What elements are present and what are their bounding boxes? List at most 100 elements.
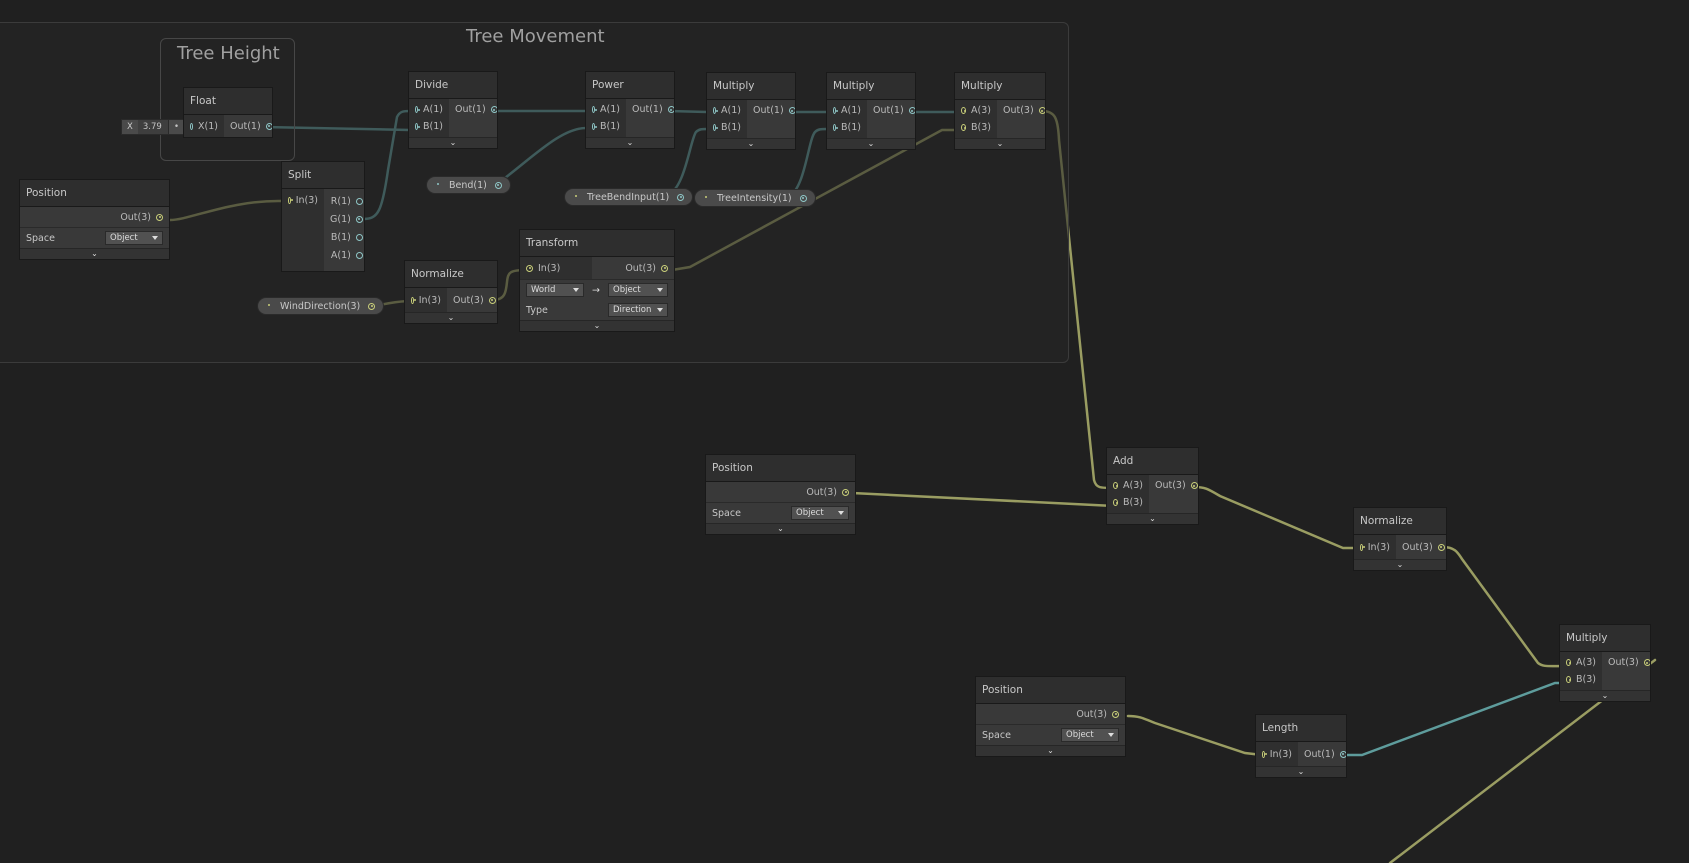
collapse-chevron-icon[interactable]: ⌄ [405, 312, 497, 323]
port-dot-icon [494, 181, 502, 189]
port-out[interactable]: Out(3) [1602, 654, 1650, 671]
port-in[interactable]: In(3) [405, 288, 447, 312]
port-out[interactable]: Out(3) [592, 257, 674, 279]
space-dropdown[interactable]: Object [1061, 728, 1119, 742]
port-r[interactable]: R(1) [324, 192, 364, 210]
collapse-chevron-icon[interactable]: ⌄ [20, 248, 169, 259]
node-multiply-2[interactable]: Multiply A(1) B(1) Out(1) ⌄ [826, 72, 916, 150]
port-dot-icon [677, 193, 685, 201]
port-b[interactable]: B(1) [324, 228, 364, 246]
port-out[interactable]: Out(1) [747, 102, 795, 119]
collapse-chevron-icon[interactable]: ⌄ [706, 523, 855, 534]
port-dot-icon [1112, 710, 1119, 718]
node-title: Multiply [827, 73, 915, 100]
float-inline-input[interactable]: X 3.79 • [121, 119, 185, 135]
port-in[interactable]: In(3) [282, 189, 324, 211]
node-position-2[interactable]: Position Out(3) Space Object ⌄ [705, 454, 856, 535]
port-out[interactable]: Out(1) [867, 102, 915, 119]
port-b[interactable]: B(3) [1107, 494, 1149, 511]
port-b[interactable]: B(1) [707, 119, 747, 136]
port-out[interactable]: Out(3) [20, 207, 169, 227]
node-normalize-2[interactable]: Normalize In(3) Out(3) ⌄ [1353, 507, 1447, 571]
from-space-dropdown[interactable]: World [526, 283, 584, 297]
port-a[interactable]: A(1) [586, 101, 626, 118]
node-multiply-3[interactable]: Multiply A(3) B(3) Out(3) ⌄ [954, 72, 1046, 150]
property-tree-intensity[interactable]: TreeIntensity(1) [694, 189, 816, 207]
space-label: Space [982, 729, 1011, 741]
port-a[interactable]: A(1) [827, 102, 867, 119]
port-out[interactable]: Out(1) [449, 101, 497, 118]
type-dropdown[interactable]: Direction [608, 303, 668, 317]
port-dot-icon [713, 107, 718, 114]
node-power[interactable]: Power A(1) B(1) Out(1) ⌄ [585, 71, 675, 149]
node-transform[interactable]: Transform In(3) Out(3) World → Object Ty… [519, 229, 675, 332]
node-multiply-1[interactable]: Multiply A(1) B(1) Out(1) ⌄ [706, 72, 796, 150]
port-out[interactable]: Out(3) [447, 288, 497, 312]
port-a[interactable]: A(3) [955, 102, 997, 119]
port-out[interactable]: Out(3) [706, 482, 855, 502]
collapse-chevron-icon[interactable]: ⌄ [707, 138, 795, 149]
port-b[interactable]: B(3) [955, 119, 997, 136]
property-label: WindDirection(3) [280, 300, 361, 312]
port-b[interactable]: B(1) [409, 118, 449, 135]
property-dot-icon [435, 182, 442, 189]
port-b[interactable]: B(1) [827, 119, 867, 136]
port-out[interactable]: Out(3) [997, 102, 1045, 119]
space-dropdown[interactable]: Object [791, 506, 849, 520]
port-dot-icon [355, 197, 363, 205]
port-g[interactable]: G(1) [324, 210, 364, 228]
port-a[interactable]: A(3) [1107, 477, 1149, 494]
port-in[interactable]: In(3) [1354, 535, 1396, 559]
port-out[interactable]: Out(3) [1149, 477, 1198, 494]
property-wind-direction[interactable]: WindDirection(3) [257, 297, 385, 315]
port-out[interactable]: Out(3) [1396, 535, 1446, 559]
port-dot-icon [833, 107, 838, 114]
type-label: Type [526, 304, 548, 316]
port-b[interactable]: B(1) [586, 118, 626, 135]
collapse-chevron-icon[interactable]: ⌄ [955, 138, 1045, 149]
port-dot-icon [799, 194, 807, 202]
collapse-chevron-icon[interactable]: ⌄ [1107, 513, 1198, 524]
collapse-chevron-icon[interactable]: ⌄ [1560, 690, 1650, 701]
port-out[interactable]: Out(1) [224, 115, 272, 137]
space-dropdown[interactable]: Object [105, 231, 163, 245]
property-bend[interactable]: Bend(1) [426, 176, 511, 194]
port-b[interactable]: B(3) [1560, 671, 1602, 688]
port-in[interactable]: In(3) [520, 257, 592, 279]
node-title: Multiply [955, 73, 1045, 100]
property-label: Bend(1) [449, 179, 487, 191]
port-dot-icon [1566, 659, 1572, 666]
property-tree-bend-input[interactable]: TreeBendInput(1) [564, 188, 694, 206]
collapse-chevron-icon[interactable]: ⌄ [586, 137, 674, 148]
port-a[interactable]: A(1) [324, 246, 364, 264]
port-dot-icon [788, 107, 795, 114]
port-x[interactable]: X(1) [184, 115, 224, 137]
port-out[interactable]: Out(3) [976, 704, 1125, 724]
node-position-3[interactable]: Position Out(3) Space Object ⌄ [975, 676, 1126, 757]
port-out[interactable]: Out(1) [626, 101, 674, 118]
collapse-chevron-icon[interactable]: ⌄ [1256, 766, 1346, 777]
node-divide[interactable]: Divide A(1) B(1) Out(1) ⌄ [408, 71, 498, 149]
node-add[interactable]: Add A(3) B(3) Out(3) ⌄ [1106, 447, 1199, 525]
node-normalize-1[interactable]: Normalize In(3) Out(3) ⌄ [404, 260, 498, 324]
collapse-chevron-icon[interactable]: ⌄ [976, 745, 1125, 756]
collapse-chevron-icon[interactable]: ⌄ [1354, 559, 1446, 570]
port-a[interactable]: A(1) [707, 102, 747, 119]
node-multiply-4[interactable]: Multiply A(3) B(3) Out(3) ⌄ [1559, 624, 1651, 702]
port-dot-icon [713, 124, 718, 131]
port-dot-icon [1437, 543, 1445, 551]
port-out[interactable]: Out(1) [1298, 742, 1346, 766]
port-a[interactable]: A(3) [1560, 654, 1602, 671]
collapse-chevron-icon[interactable]: ⌄ [827, 138, 915, 149]
port-in[interactable]: In(3) [1256, 742, 1298, 766]
collapse-chevron-icon[interactable]: ⌄ [520, 320, 674, 331]
node-split[interactable]: Split In(3) R(1) G(1) B(1) A(1) [281, 161, 365, 272]
node-position-1[interactable]: Position Out(3) Space Object ⌄ [19, 179, 170, 260]
port-a[interactable]: A(1) [409, 101, 449, 118]
collapse-chevron-icon[interactable]: ⌄ [409, 137, 497, 148]
node-length[interactable]: Length In(3) Out(1) ⌄ [1255, 714, 1347, 778]
to-space-dropdown[interactable]: Object [608, 283, 668, 297]
space-label: Space [712, 507, 741, 519]
node-float[interactable]: Float X(1) Out(1) [183, 87, 273, 138]
inline-x-value[interactable]: 3.79 [138, 120, 168, 134]
